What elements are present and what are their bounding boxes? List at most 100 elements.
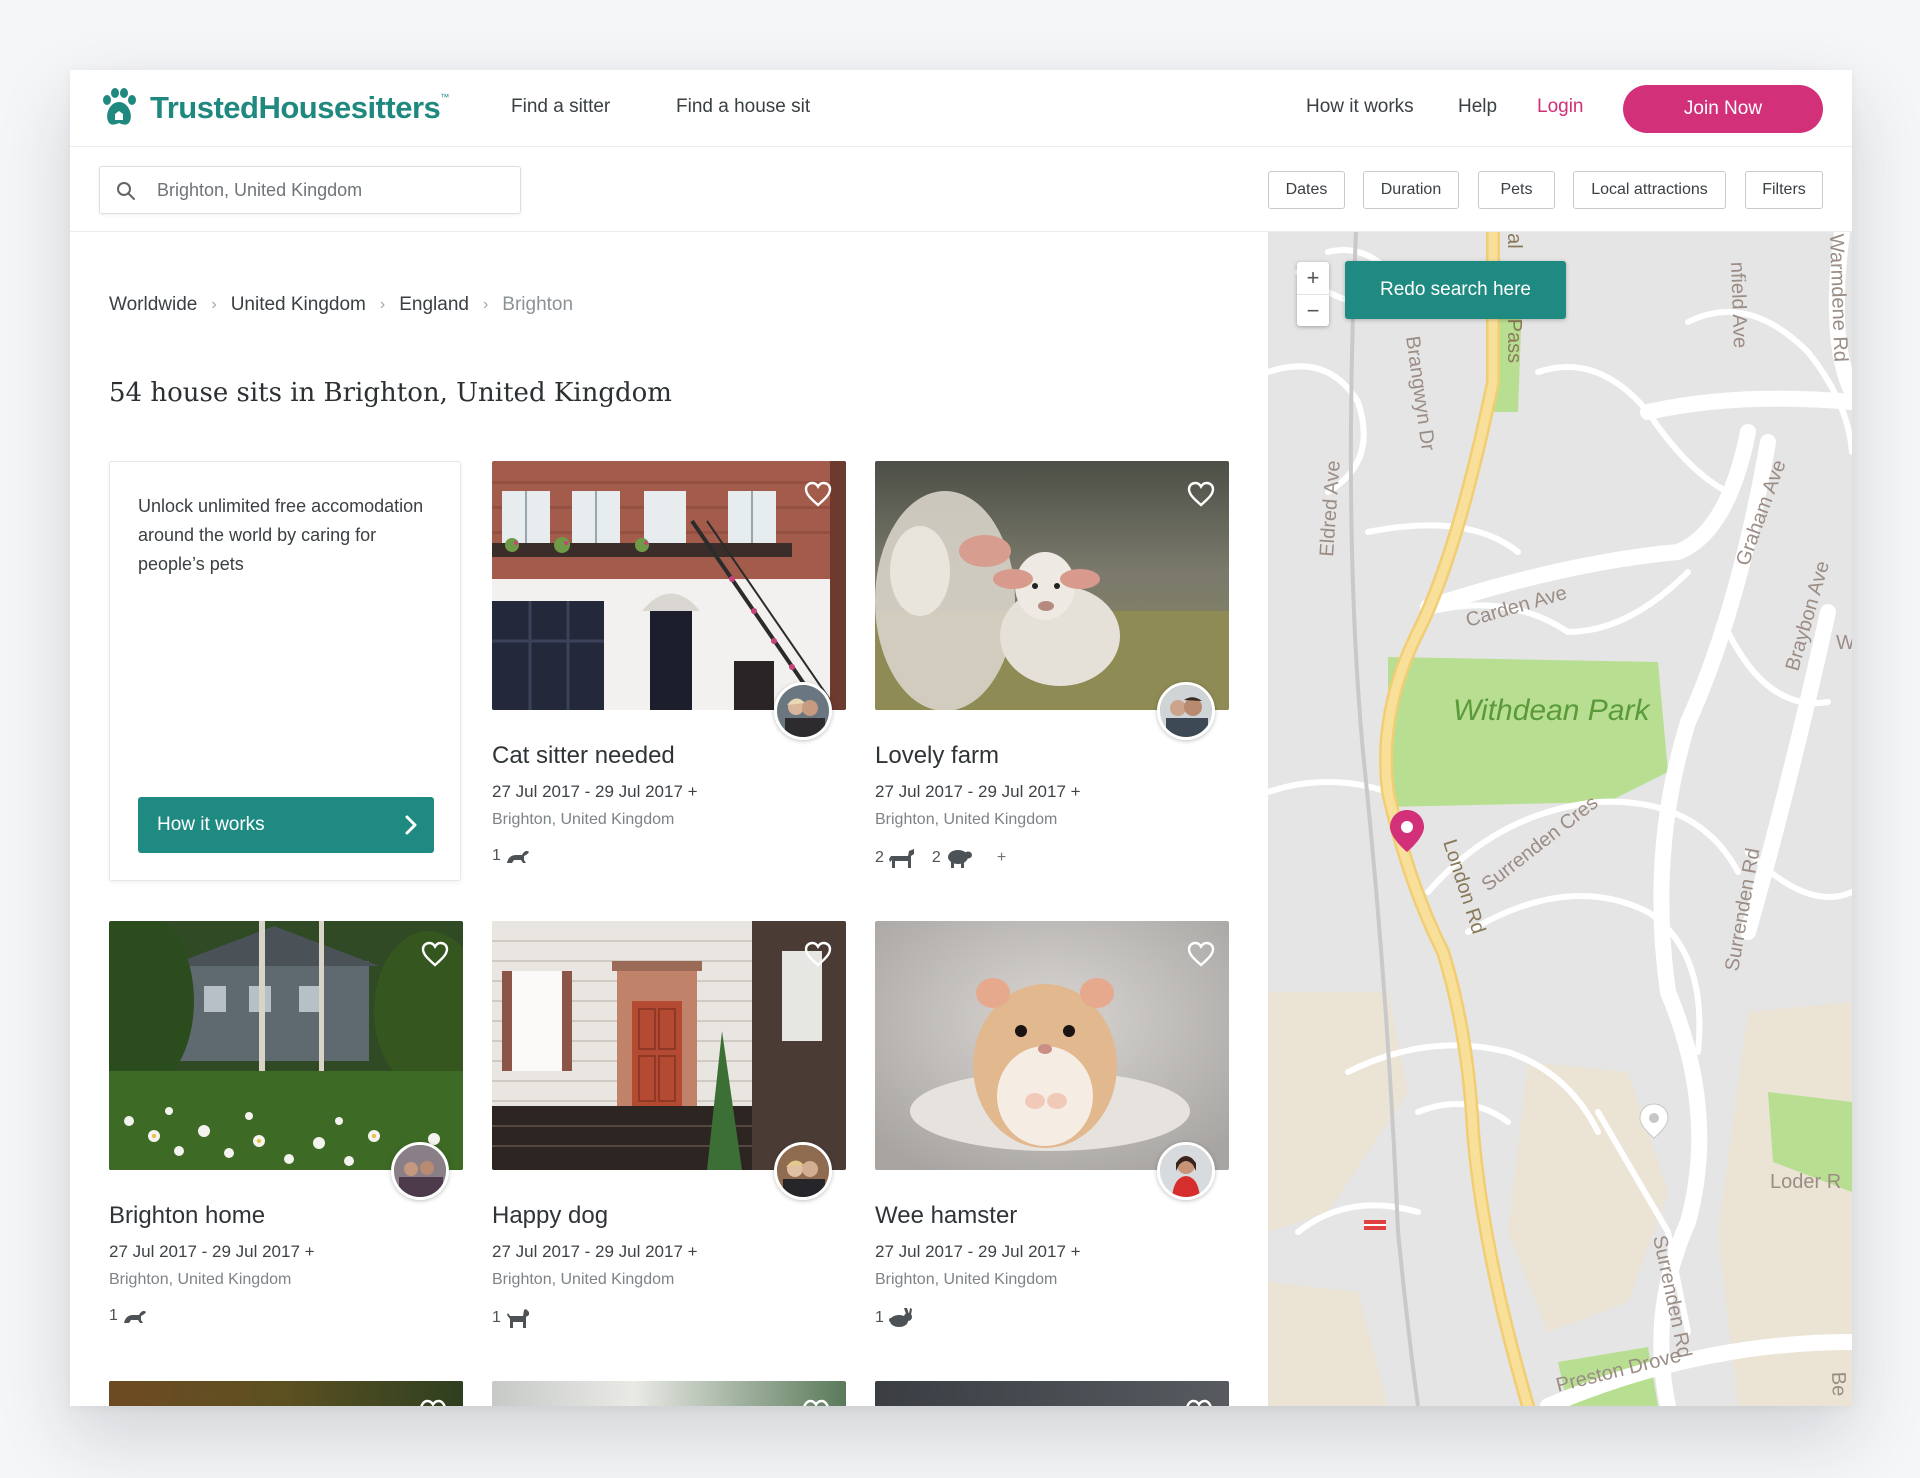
chevron-right-icon: › xyxy=(482,296,489,313)
listing-photo[interactable] xyxy=(875,461,1229,710)
listing-dates: 27 Jul 2017 - 29 Jul 2017 + xyxy=(109,1242,315,1261)
filter-dates[interactable]: Dates xyxy=(1268,171,1345,209)
map[interactable]: Withdean Park London Rd Carden Ave Surre… xyxy=(1268,232,1852,1406)
favorite-heart-icon[interactable] xyxy=(421,941,449,967)
listing-photo[interactable] xyxy=(875,921,1229,1170)
nav-how-it-works[interactable]: How it works xyxy=(1306,96,1414,118)
filter-filters[interactable]: Filters xyxy=(1745,171,1823,209)
listing-pets: 1 xyxy=(492,847,547,865)
listing-location: Brighton, United Kingdom xyxy=(492,811,675,828)
filter-local-attractions[interactable]: Local attractions xyxy=(1573,171,1726,209)
listing-photo-partial[interactable] xyxy=(109,1381,463,1406)
map-label-bypass: -Pass xyxy=(1503,312,1525,363)
map-label-w: W xyxy=(1836,632,1852,654)
listing-pets: 1 xyxy=(875,1307,930,1329)
results-title: 54 house sits in Brighton, United Kingdo… xyxy=(109,378,672,408)
paw-logo-icon xyxy=(103,88,136,125)
owner-avatar[interactable] xyxy=(774,682,832,740)
nav-find-a-house-sit[interactable]: Find a house sit xyxy=(676,96,810,118)
logo[interactable]: TrustedHousesitters ™ xyxy=(98,86,449,130)
listing-dates: 27 Jul 2017 - 29 Jul 2017 + xyxy=(492,782,698,801)
rail-station-icon xyxy=(1364,1220,1386,1230)
map-label-road-fragment: nal xyxy=(1503,232,1525,249)
favorite-heart-icon[interactable] xyxy=(804,481,832,507)
rabbit-icon xyxy=(888,1308,912,1327)
zoom-in-button[interactable]: + xyxy=(1297,262,1329,295)
map-label-warmdene-rd: Warmdene Rd xyxy=(1825,233,1851,362)
login-link[interactable]: Login xyxy=(1537,96,1584,118)
pet-count: 2 xyxy=(932,847,973,869)
sheep-icon xyxy=(947,850,972,868)
promo-text: Unlock unlimited free accomodation aroun… xyxy=(138,496,424,574)
nav-find-a-sitter[interactable]: Find a sitter xyxy=(511,96,610,118)
breadcrumb-worldwide[interactable]: Worldwide xyxy=(109,294,197,316)
favorite-heart-icon[interactable] xyxy=(1187,481,1215,507)
map-label-nfield-ave: nfield Ave xyxy=(1726,261,1751,348)
logo-text: TrustedHousesitters xyxy=(150,90,441,125)
breadcrumb-united-kingdom[interactable]: United Kingdom xyxy=(231,294,366,316)
search-icon xyxy=(117,182,135,200)
favorite-heart-icon[interactable] xyxy=(419,1399,447,1406)
zoom-out-button[interactable]: − xyxy=(1297,295,1329,327)
search-input-value: Brighton, United Kingdom xyxy=(157,180,363,200)
pet-count: 1 xyxy=(109,1307,148,1325)
listing-title[interactable]: Happy dog xyxy=(492,1202,608,1230)
join-now-button[interactable]: Join Now xyxy=(1623,85,1823,133)
breadcrumb-brighton: Brighton xyxy=(502,294,574,315)
favorite-heart-icon[interactable] xyxy=(1185,1399,1213,1406)
listing-pets: 1 xyxy=(492,1307,547,1329)
chevron-right-icon xyxy=(405,815,417,835)
favorite-heart-icon[interactable] xyxy=(804,941,832,967)
listing-title[interactable]: Cat sitter needed xyxy=(492,742,675,770)
listing-dates: 27 Jul 2017 - 29 Jul 2017 + xyxy=(492,1242,698,1261)
breadcrumb: Worldwide › United Kingdom › England › B… xyxy=(109,294,573,316)
pet-count: 1 xyxy=(492,1307,531,1329)
listing-title[interactable]: Brighton home xyxy=(109,1202,265,1230)
search-filter-bar: Brighton, United Kingdom Dates Duration … xyxy=(70,147,1852,232)
chevron-right-icon: › xyxy=(211,296,217,313)
owner-avatar[interactable] xyxy=(774,1142,832,1200)
filter-pets[interactable]: Pets xyxy=(1478,171,1555,209)
listing-photo[interactable] xyxy=(492,461,846,710)
redo-search-button[interactable]: Redo search here xyxy=(1345,261,1566,319)
how-it-works-button-label: How it works xyxy=(157,814,265,835)
listing-photo[interactable] xyxy=(109,921,463,1170)
filter-duration[interactable]: Duration xyxy=(1363,171,1459,209)
favorite-heart-icon[interactable] xyxy=(1187,941,1215,967)
breadcrumb-england[interactable]: England xyxy=(399,294,469,316)
listing-photo-partial[interactable] xyxy=(875,1381,1229,1406)
chevron-right-icon: › xyxy=(379,296,386,313)
horse-icon xyxy=(888,849,914,868)
pet-count: 1 xyxy=(492,847,531,865)
browser-page: TrustedHousesitters ™ Find a sitter Find… xyxy=(70,70,1852,1406)
listing-location: Brighton, United Kingdom xyxy=(875,1271,1058,1288)
listing-photo-partial[interactable] xyxy=(492,1381,846,1406)
favorite-heart-icon[interactable] xyxy=(802,1399,830,1406)
owner-avatar[interactable] xyxy=(391,1142,449,1200)
owner-avatar[interactable] xyxy=(1157,1142,1215,1200)
map-label-loder-rd: Loder R xyxy=(1770,1171,1841,1193)
listing-dates: 27 Jul 2017 - 29 Jul 2017 + xyxy=(875,1242,1081,1261)
nav-help[interactable]: Help xyxy=(1458,96,1497,118)
pet-count: 1 xyxy=(875,1307,914,1329)
listing-pets: 2 2 + xyxy=(875,847,1006,869)
location-search-input[interactable]: Brighton, United Kingdom xyxy=(99,166,521,214)
reptile-icon xyxy=(123,1311,146,1323)
logo-trademark: ™ xyxy=(440,92,450,102)
listing-title[interactable]: Lovely farm xyxy=(875,742,999,770)
listing-dates: 27 Jul 2017 - 29 Jul 2017 + xyxy=(875,782,1081,801)
listing-photo[interactable] xyxy=(492,921,846,1170)
reptile-icon xyxy=(506,851,529,863)
map-canvas[interactable]: Withdean Park London Rd Carden Ave Surre… xyxy=(1268,232,1852,1406)
map-label-be: Be xyxy=(1827,1371,1850,1396)
listing-pets: 1 xyxy=(109,1307,164,1325)
listing-location: Brighton, United Kingdom xyxy=(492,1271,675,1288)
map-label-withdean-park: Withdean Park xyxy=(1453,694,1651,727)
owner-avatar[interactable] xyxy=(1157,682,1215,740)
dog-icon xyxy=(506,1309,529,1328)
listing-location: Brighton, United Kingdom xyxy=(875,811,1058,828)
listing-title[interactable]: Wee hamster xyxy=(875,1202,1017,1230)
how-it-works-button[interactable]: How it works xyxy=(138,797,434,853)
pet-count: 2 xyxy=(875,847,916,869)
promo-card: Unlock unlimited free accomodation aroun… xyxy=(109,461,461,881)
